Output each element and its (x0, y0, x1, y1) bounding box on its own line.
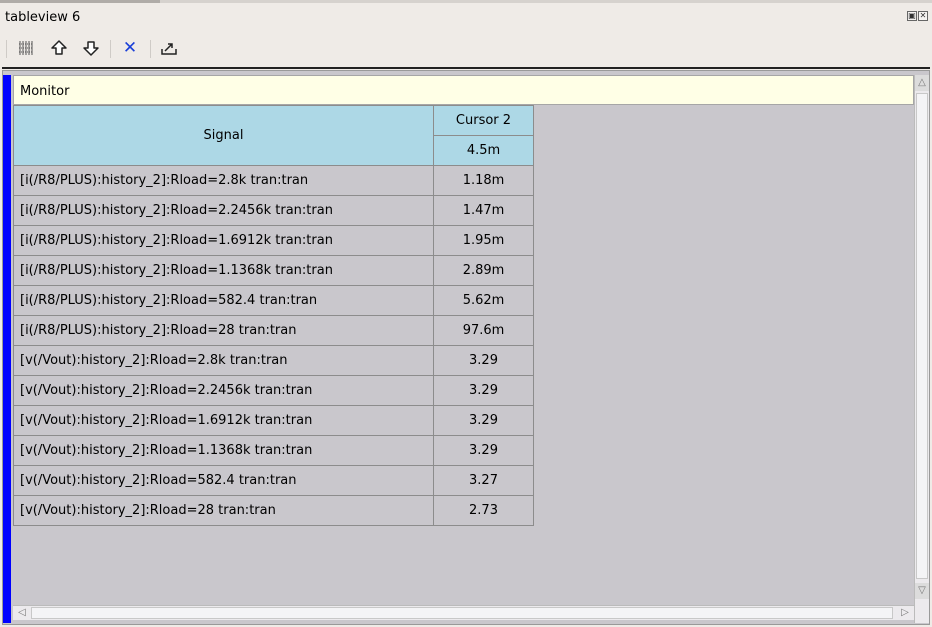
table-panel: Monitor Signal Cursor 2 4.5m [i(/R8/PLUS… (2, 70, 930, 625)
table-row[interactable]: [v(/Vout):history_2]:Rload=2.2456k tran:… (13, 375, 534, 406)
panel-top-border (2, 67, 930, 69)
toolbar-separator (150, 40, 151, 58)
signal-cell: [v(/Vout):history_2]:Rload=1.6912k tran:… (13, 405, 434, 436)
signal-table: Signal Cursor 2 4.5m [i(/R8/PLUS):histor… (13, 105, 534, 526)
active-indicator-bar (3, 75, 11, 623)
signal-cell: [v(/Vout):history_2]:Rload=1.1368k tran:… (13, 435, 434, 466)
cursor-column-header[interactable]: Cursor 2 (433, 105, 534, 136)
toolbar-separator (110, 40, 111, 58)
value-cell: 3.29 (433, 345, 534, 376)
value-cell: 1.95m (433, 225, 534, 256)
title-bar: tableview 6 ▣ ✕ (0, 3, 932, 31)
value-cell: 3.27 (433, 465, 534, 496)
scroll-up-icon[interactable]: △ (915, 75, 929, 91)
table-row[interactable]: [v(/Vout):history_2]:Rload=28 tran:tran 2… (13, 495, 534, 526)
table-row[interactable]: [i(/R8/PLUS):history_2]:Rload=1.6912k tr… (13, 225, 534, 256)
horizontal-scroll-thumb[interactable] (31, 607, 893, 619)
table-row[interactable]: [i(/R8/PLUS):history_2]:Rload=582.4 tran… (13, 285, 534, 316)
horizontal-scrollbar[interactable]: ◁ ▷ (13, 605, 914, 620)
table-row[interactable]: [i(/R8/PLUS):history_2]:Rload=28 tran:tr… (13, 315, 534, 346)
scroll-right-icon[interactable]: ▷ (896, 606, 914, 620)
table-row[interactable]: [i(/R8/PLUS):history_2]:Rload=2.8k tran:… (13, 165, 534, 196)
signal-cell: [v(/Vout):history_2]:Rload=28 tran:tran (13, 495, 434, 526)
value-cell: 2.89m (433, 255, 534, 286)
value-cell: 3.29 (433, 375, 534, 406)
value-cell: 3.29 (433, 435, 534, 466)
window-controls: ▣ ✕ (907, 11, 928, 21)
signal-cell: [i(/R8/PLUS):history_2]:Rload=1.6912k tr… (13, 225, 434, 256)
export-icon[interactable] (158, 38, 180, 58)
toolbar: ✕ (0, 34, 932, 64)
close-icon[interactable]: ✕ (918, 11, 928, 21)
value-cell: 3.29 (433, 405, 534, 436)
signal-cell: [i(/R8/PLUS):history_2]:Rload=1.1368k tr… (13, 255, 434, 286)
signal-cell: [i(/R8/PLUS):history_2]:Rload=582.4 tran… (13, 285, 434, 316)
value-cell: 97.6m (433, 315, 534, 346)
arrow-up-icon[interactable] (48, 38, 70, 58)
scroll-left-icon[interactable]: ◁ (13, 606, 31, 620)
vertical-scrollbar[interactable]: △ ▽ (914, 75, 929, 623)
value-cell: 5.62m (433, 285, 534, 316)
table-grid-icon[interactable] (16, 38, 36, 58)
signal-cell: [i(/R8/PLUS):history_2]:Rload=2.2456k tr… (13, 195, 434, 226)
signal-cell: [v(/Vout):history_2]:Rload=582.4 tran:tr… (13, 465, 434, 496)
signal-cell: [i(/R8/PLUS):history_2]:Rload=2.8k tran:… (13, 165, 434, 196)
restore-icon[interactable]: ▣ (907, 11, 917, 21)
signal-column-header[interactable]: Signal (13, 105, 434, 166)
scroll-down-icon[interactable]: ▽ (915, 583, 929, 599)
cursor-position-value: 4.5m (433, 135, 534, 166)
table-row[interactable]: [i(/R8/PLUS):history_2]:Rload=2.2456k tr… (13, 195, 534, 226)
signal-cell: [i(/R8/PLUS):history_2]:Rload=28 tran:tr… (13, 315, 434, 346)
value-cell: 1.18m (433, 165, 534, 196)
value-cell: 1.47m (433, 195, 534, 226)
monitor-header: Monitor (13, 75, 914, 105)
table-row[interactable]: [v(/Vout):history_2]:Rload=2.8k tran:tra… (13, 345, 534, 376)
table-row[interactable]: [i(/R8/PLUS):history_2]:Rload=1.1368k tr… (13, 255, 534, 286)
signal-cell: [v(/Vout):history_2]:Rload=2.2456k tran:… (13, 375, 434, 406)
toolbar-grip (6, 40, 7, 58)
table-row[interactable]: [v(/Vout):history_2]:Rload=1.1368k tran:… (13, 435, 534, 466)
delete-icon[interactable]: ✕ (119, 38, 141, 58)
arrow-down-icon[interactable] (80, 38, 102, 58)
monitor-label: Monitor (20, 84, 70, 99)
value-cell: 2.73 (433, 495, 534, 526)
signal-cell: [v(/Vout):history_2]:Rload=2.8k tran:tra… (13, 345, 434, 376)
vertical-scroll-thumb[interactable] (916, 93, 928, 579)
window-title: tableview 6 (5, 10, 81, 25)
table-row[interactable]: [v(/Vout):history_2]:Rload=1.6912k tran:… (13, 405, 534, 436)
table-row[interactable]: [v(/Vout):history_2]:Rload=582.4 tran:tr… (13, 465, 534, 496)
